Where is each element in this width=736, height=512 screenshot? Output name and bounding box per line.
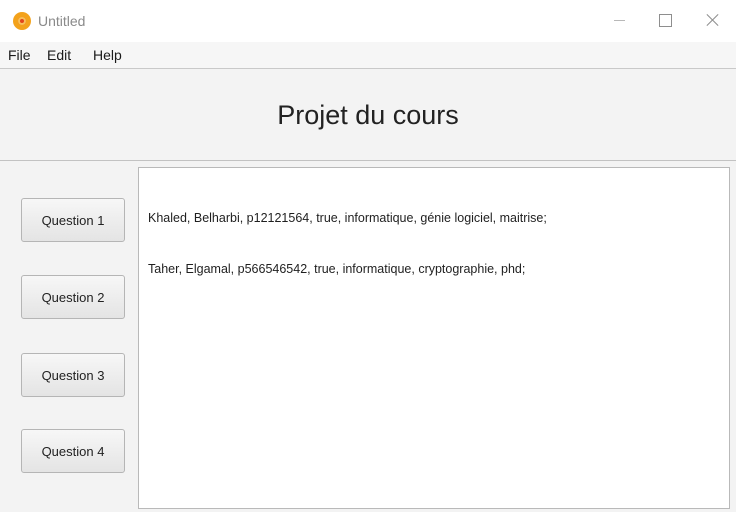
menu-file[interactable]: File bbox=[8, 47, 31, 63]
question-2-button[interactable]: Question 2 bbox=[21, 275, 125, 319]
content-area: Question 1 Question 2 Question 3 Questio… bbox=[0, 161, 736, 512]
close-icon bbox=[706, 13, 720, 27]
menu-bar: File Edit Help bbox=[0, 42, 736, 69]
application-window: Untitled File Edit Help Projet du cours … bbox=[0, 0, 736, 512]
menu-help[interactable]: Help bbox=[93, 47, 122, 63]
output-line: Khaled, Belharbi, p12121564, true, infor… bbox=[148, 211, 547, 225]
window-title: Untitled bbox=[38, 13, 86, 29]
minimize-button[interactable] bbox=[596, 0, 642, 40]
title-bar[interactable]: Untitled bbox=[0, 0, 736, 42]
close-button[interactable] bbox=[690, 0, 736, 40]
app-icon bbox=[13, 12, 31, 30]
output-text-area[interactable]: Khaled, Belharbi, p12121564, true, infor… bbox=[138, 167, 730, 509]
minimize-icon bbox=[613, 19, 625, 21]
header-panel: Projet du cours bbox=[0, 69, 736, 161]
question-4-button[interactable]: Question 4 bbox=[21, 429, 125, 473]
page-title: Projet du cours bbox=[277, 100, 459, 130]
maximize-button[interactable] bbox=[642, 0, 688, 40]
question-1-button[interactable]: Question 1 bbox=[21, 198, 125, 242]
menu-edit[interactable]: Edit bbox=[47, 47, 71, 63]
output-line: Taher, Elgamal, p566546542, true, inform… bbox=[148, 262, 526, 276]
maximize-icon bbox=[658, 13, 672, 27]
question-3-button[interactable]: Question 3 bbox=[21, 353, 125, 397]
